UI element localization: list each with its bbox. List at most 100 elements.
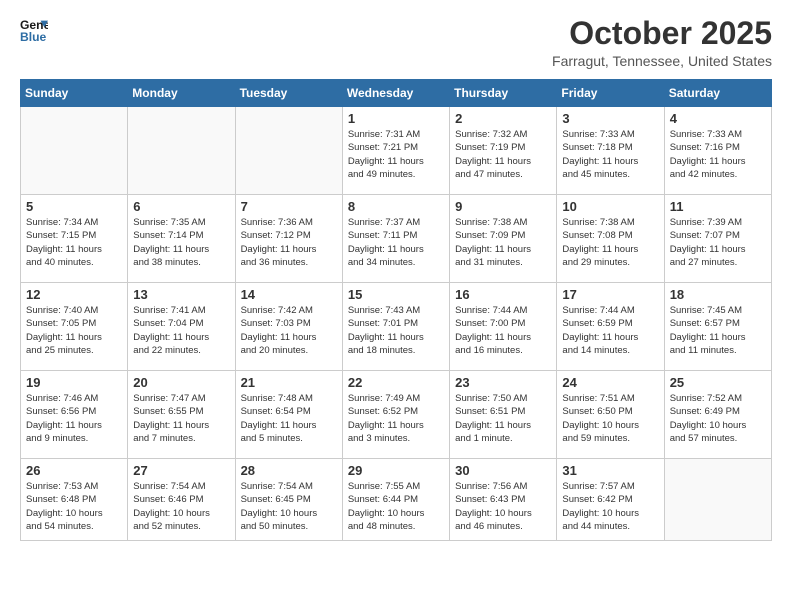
calendar-cell: 17 Sunrise: 7:44 AM Sunset: 6:59 PM Dayli… [557,283,664,371]
day-number: 23 [455,375,551,390]
calendar-cell: 10 Sunrise: 7:38 AM Sunset: 7:08 PM Dayli… [557,195,664,283]
calendar-cell: 18 Sunrise: 7:45 AM Sunset: 6:57 PM Dayli… [664,283,771,371]
calendar-cell: 15 Sunrise: 7:43 AM Sunset: 7:01 PM Dayli… [342,283,449,371]
col-saturday: Saturday [664,80,771,107]
day-number: 7 [241,199,337,214]
day-info: Sunrise: 7:38 AM Sunset: 7:08 PM Dayligh… [562,216,658,269]
day-number: 16 [455,287,551,302]
svg-text:Blue: Blue [20,30,47,44]
day-info: Sunrise: 7:32 AM Sunset: 7:19 PM Dayligh… [455,128,551,181]
day-number: 10 [562,199,658,214]
day-number: 4 [670,111,766,126]
col-sunday: Sunday [21,80,128,107]
calendar-cell [664,459,771,541]
day-number: 17 [562,287,658,302]
location: Farragut, Tennessee, United States [552,53,772,69]
calendar-cell: 6Sunrise: 7:35 AM Sunset: 7:14 PM Daylig… [128,195,235,283]
calendar-cell: 7Sunrise: 7:36 AM Sunset: 7:12 PM Daylig… [235,195,342,283]
day-number: 19 [26,375,122,390]
title-block: October 2025 Farragut, Tennessee, United… [552,16,772,69]
day-number: 2 [455,111,551,126]
col-friday: Friday [557,80,664,107]
month-title: October 2025 [552,16,772,51]
day-number: 14 [241,287,337,302]
day-info: Sunrise: 7:34 AM Sunset: 7:15 PM Dayligh… [26,216,122,269]
day-number: 20 [133,375,229,390]
day-number: 24 [562,375,658,390]
day-number: 6 [133,199,229,214]
day-info: Sunrise: 7:55 AM Sunset: 6:44 PM Dayligh… [348,480,444,533]
day-info: Sunrise: 7:39 AM Sunset: 7:07 PM Dayligh… [670,216,766,269]
header: General Blue October 2025 Farragut, Tenn… [20,16,772,69]
day-info: Sunrise: 7:45 AM Sunset: 6:57 PM Dayligh… [670,304,766,357]
col-monday: Monday [128,80,235,107]
calendar-cell: 19 Sunrise: 7:46 AM Sunset: 6:56 PM Dayli… [21,371,128,459]
day-info: Sunrise: 7:48 AM Sunset: 6:54 PM Dayligh… [241,392,337,445]
calendar-cell: 31Sunrise: 7:57 AM Sunset: 6:42 PM Dayli… [557,459,664,541]
day-info: Sunrise: 7:46 AM Sunset: 6:56 PM Dayligh… [26,392,122,445]
day-number: 18 [670,287,766,302]
calendar-week-4: 19 Sunrise: 7:46 AM Sunset: 6:56 PM Dayli… [21,371,772,459]
col-wednesday: Wednesday [342,80,449,107]
calendar-week-1: 1Sunrise: 7:31 AM Sunset: 7:21 PM Daylig… [21,107,772,195]
calendar-cell: 14Sunrise: 7:42 AM Sunset: 7:03 PM Dayli… [235,283,342,371]
day-info: Sunrise: 7:51 AM Sunset: 6:50 PM Dayligh… [562,392,658,445]
day-info: Sunrise: 7:47 AM Sunset: 6:55 PM Dayligh… [133,392,229,445]
day-info: Sunrise: 7:54 AM Sunset: 6:46 PM Dayligh… [133,480,229,533]
logo: General Blue [20,16,48,44]
calendar-cell [235,107,342,195]
day-info: Sunrise: 7:37 AM Sunset: 7:11 PM Dayligh… [348,216,444,269]
calendar-cell: 4 Sunrise: 7:33 AM Sunset: 7:16 PM Daylig… [664,107,771,195]
calendar-cell: 9 Sunrise: 7:38 AM Sunset: 7:09 PM Daylig… [450,195,557,283]
day-info: Sunrise: 7:50 AM Sunset: 6:51 PM Dayligh… [455,392,551,445]
day-info: Sunrise: 7:53 AM Sunset: 6:48 PM Dayligh… [26,480,122,533]
day-info: Sunrise: 7:57 AM Sunset: 6:42 PM Dayligh… [562,480,658,533]
day-info: Sunrise: 7:43 AM Sunset: 7:01 PM Dayligh… [348,304,444,357]
day-info: Sunrise: 7:33 AM Sunset: 7:16 PM Dayligh… [670,128,766,181]
calendar-week-3: 12Sunrise: 7:40 AM Sunset: 7:05 PM Dayli… [21,283,772,371]
day-info: Sunrise: 7:56 AM Sunset: 6:43 PM Dayligh… [455,480,551,533]
day-number: 30 [455,463,551,478]
calendar-cell: 20 Sunrise: 7:47 AM Sunset: 6:55 PM Dayli… [128,371,235,459]
day-info: Sunrise: 7:44 AM Sunset: 6:59 PM Dayligh… [562,304,658,357]
calendar-cell: 13Sunrise: 7:41 AM Sunset: 7:04 PM Dayli… [128,283,235,371]
calendar-cell: 11 Sunrise: 7:39 AM Sunset: 7:07 PM Dayli… [664,195,771,283]
calendar-cell: 29Sunrise: 7:55 AM Sunset: 6:44 PM Dayli… [342,459,449,541]
day-number: 26 [26,463,122,478]
day-info: Sunrise: 7:38 AM Sunset: 7:09 PM Dayligh… [455,216,551,269]
day-info: Sunrise: 7:44 AM Sunset: 7:00 PM Dayligh… [455,304,551,357]
calendar-cell: 23 Sunrise: 7:50 AM Sunset: 6:51 PM Dayli… [450,371,557,459]
day-number: 28 [241,463,337,478]
day-info: Sunrise: 7:40 AM Sunset: 7:05 PM Dayligh… [26,304,122,357]
day-number: 22 [348,375,444,390]
day-info: Sunrise: 7:52 AM Sunset: 6:49 PM Dayligh… [670,392,766,445]
day-number: 3 [562,111,658,126]
calendar-week-2: 5 Sunrise: 7:34 AM Sunset: 7:15 PM Daylig… [21,195,772,283]
calendar-cell: 16 Sunrise: 7:44 AM Sunset: 7:00 PM Dayli… [450,283,557,371]
day-number: 13 [133,287,229,302]
day-info: Sunrise: 7:31 AM Sunset: 7:21 PM Dayligh… [348,128,444,181]
day-number: 21 [241,375,337,390]
calendar-cell: 5 Sunrise: 7:34 AM Sunset: 7:15 PM Daylig… [21,195,128,283]
day-number: 5 [26,199,122,214]
calendar-cell: 27 Sunrise: 7:54 AM Sunset: 6:46 PM Dayli… [128,459,235,541]
calendar-cell [21,107,128,195]
calendar-cell: 1Sunrise: 7:31 AM Sunset: 7:21 PM Daylig… [342,107,449,195]
day-number: 8 [348,199,444,214]
logo-icon: General Blue [20,16,48,44]
calendar-cell: 28Sunrise: 7:54 AM Sunset: 6:45 PM Dayli… [235,459,342,541]
day-number: 9 [455,199,551,214]
calendar-cell: 30 Sunrise: 7:56 AM Sunset: 6:43 PM Dayli… [450,459,557,541]
calendar-table: Sunday Monday Tuesday Wednesday Thursday… [20,79,772,541]
col-tuesday: Tuesday [235,80,342,107]
weekday-header-row: Sunday Monday Tuesday Wednesday Thursday… [21,80,772,107]
page: General Blue October 2025 Farragut, Tenn… [0,0,792,612]
calendar-cell: 26 Sunrise: 7:53 AM Sunset: 6:48 PM Dayli… [21,459,128,541]
day-number: 15 [348,287,444,302]
day-number: 27 [133,463,229,478]
day-info: Sunrise: 7:49 AM Sunset: 6:52 PM Dayligh… [348,392,444,445]
day-number: 11 [670,199,766,214]
calendar-cell: 12Sunrise: 7:40 AM Sunset: 7:05 PM Dayli… [21,283,128,371]
calendar-cell: 8 Sunrise: 7:37 AM Sunset: 7:11 PM Daylig… [342,195,449,283]
day-info: Sunrise: 7:33 AM Sunset: 7:18 PM Dayligh… [562,128,658,181]
